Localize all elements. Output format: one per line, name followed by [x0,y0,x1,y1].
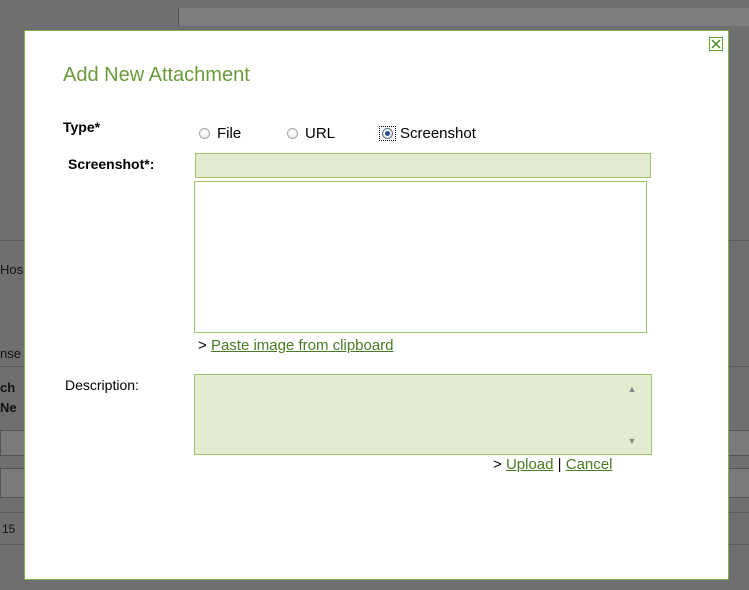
type-option-label: File [217,124,242,142]
type-label: Type* [63,119,101,135]
radio-icon[interactable] [287,127,298,139]
type-option-screenshot[interactable]: Screenshot [379,123,476,143]
screenshot-field[interactable] [195,153,651,178]
background-text-3: ch [0,380,16,395]
cancel-button[interactable]: Cancel [566,456,613,473]
type-option-url[interactable]: URL [287,123,335,143]
paste-image-link[interactable]: Paste image from clipboard [211,337,394,354]
background-text-4: Ne [0,400,17,415]
screenshot-label: Screenshot*: [68,156,155,172]
type-option-file[interactable]: File [199,123,241,143]
radio-icon[interactable] [199,127,210,139]
dialog-actions: > Upload | Cancel [493,456,612,473]
paste-link-line: > Paste image from clipboard [198,337,394,354]
paste-prefix: > [198,337,207,354]
description-label: Description: [65,377,139,393]
scroll-down-icon[interactable]: ▼ [627,437,637,446]
type-option-label: URL [305,124,336,142]
actions-separator: | [557,456,562,473]
add-attachment-dialog: Add New Attachment Type* File URL Screen… [24,30,729,580]
description-textarea[interactable]: ▲ ▼ [194,374,652,455]
scroll-up-icon[interactable]: ▲ [627,385,637,394]
screenshot-paste-area[interactable] [194,181,647,333]
background-panel [178,8,749,26]
background-text-2: nse [0,346,21,361]
radio-selected-icon[interactable] [382,127,393,139]
type-option-label: Screenshot [400,124,476,142]
radio-focus-ring [379,125,396,141]
background-text-5: 15 [2,522,16,536]
close-icon-glyph [711,39,721,49]
dialog-title: Add New Attachment [63,64,250,86]
close-icon[interactable] [709,37,723,51]
upload-button[interactable]: Upload [506,456,554,473]
actions-prefix: > [493,456,502,473]
background-text-1: Hos [0,262,24,277]
